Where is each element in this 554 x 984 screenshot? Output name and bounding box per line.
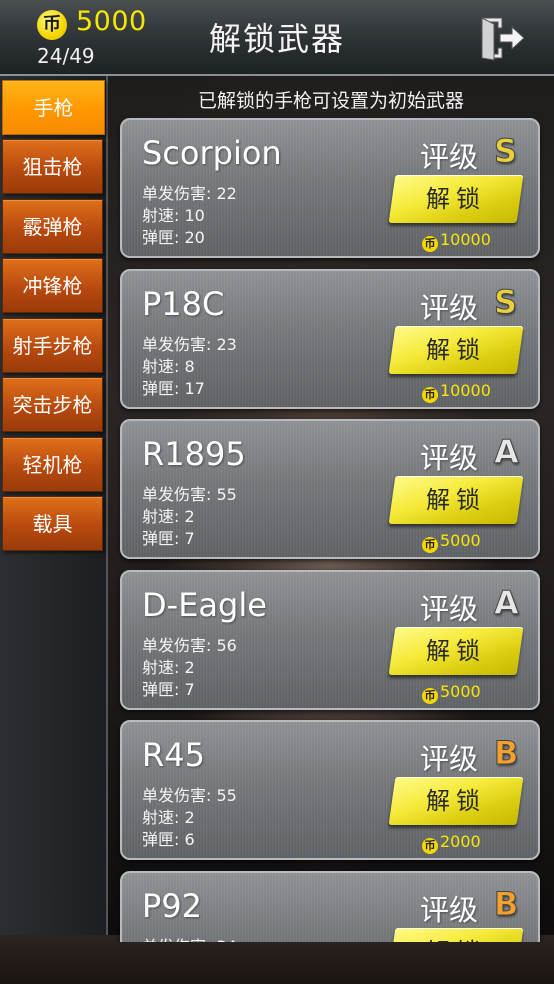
unlock-label: 解锁 [426,787,486,815]
fire-rate-stat: 射速: 8 [142,357,195,376]
weapon-name: P92 [142,887,203,925]
tab-shotgun[interactable]: 霰弹枪 [2,199,103,254]
unlock-price: 币 10000 [422,381,491,403]
grade-label: 评级 [420,742,479,776]
tab-assault-rifle[interactable]: 突击步枪 [2,377,103,432]
coin-icon: 币 [422,537,438,553]
coin-icon: 币 [422,387,438,403]
unlock-price: 币 5000 [422,682,481,704]
grade-label: 评级 [420,140,479,174]
exit-button[interactable] [476,14,526,62]
price-value: 10000 [440,381,491,400]
tab-handgun[interactable]: 手枪 [2,80,105,135]
weapon-card: P18C 单发伤害: 23 射速: 8 弹匣: 17 评级 S 解锁 币 1000… [120,269,540,409]
weapon-name: Scorpion [142,134,282,172]
magazine-stat: 弹匣: 6 [142,830,195,849]
unlock-button[interactable]: 解锁 [388,627,524,675]
weapon-name: P18C [142,285,225,323]
top-bar: 币 5000 24/49 解锁武器 [0,0,554,76]
weapon-card: R1895 单发伤害: 55 射速: 2 弹匣: 7 评级 A 解锁 币 5000 [120,419,540,559]
magazine-stat: 弹匣: 7 [142,529,195,548]
damage-stat: 单发伤害: 56 [142,636,237,655]
fire-rate-stat: 射速: 2 [142,658,195,677]
damage-stat: 单发伤害: 23 [142,335,237,354]
exit-icon [481,17,525,61]
tab-marksman-rifle[interactable]: 射手步枪 [2,318,103,373]
price-value: 5000 [440,682,481,701]
weapon-name: R1895 [142,435,246,473]
magazine-stat: 弹匣: 17 [142,379,205,398]
bottom-strip [0,935,554,984]
fire-rate-stat: 射速: 2 [142,507,195,526]
price-value: 2000 [440,832,481,851]
damage-stat: 单发伤害: 22 [142,184,237,203]
grade-badge: B [493,885,519,924]
coin-icon: 币 [422,838,438,854]
damage-stat: 单发伤害: 55 [142,485,237,504]
weapon-card: P92 单发伤害: 34 评级 B 解锁 [120,871,540,942]
unlock-label: 解锁 [426,486,486,514]
coin-icon: 币 [422,688,438,704]
damage-stat: 单发伤害: 34 [142,933,237,942]
grade-label: 评级 [420,893,479,927]
unlock-button[interactable]: 解锁 [388,777,524,825]
tab-sniper-rifle[interactable]: 狙击枪 [2,139,103,194]
grade-badge: B [493,734,519,773]
grade-badge: A [494,433,520,472]
weapon-name: R45 [142,736,205,774]
unlock-button[interactable]: 解锁 [388,326,524,374]
unlock-label: 解锁 [426,336,486,364]
magazine-stat: 弹匣: 20 [142,228,205,247]
magazine-stat: 弹匣: 7 [142,680,195,699]
weapon-card: Scorpion 单发伤害: 22 射速: 10 弹匣: 20 评级 S 解锁 … [120,118,540,258]
unlock-button[interactable]: 解锁 [388,175,524,223]
weapon-name: D-Eagle [142,586,267,624]
category-sidebar: 手枪 狙击枪 霰弹枪 冲锋枪 射手步枪 突击步枪 轻机枪 载具 [0,76,108,935]
grade-label: 评级 [420,441,479,475]
fire-rate-stat: 射速: 10 [142,206,205,225]
unlock-button[interactable]: 解锁 [388,928,524,942]
unlock-label: 解锁 [426,637,486,665]
unlock-price: 币 2000 [422,832,481,854]
grade-badge: S [493,132,518,171]
price-value: 5000 [440,531,481,550]
unlock-button[interactable]: 解锁 [388,476,524,524]
grade-label: 评级 [420,291,479,325]
tab-vehicle[interactable]: 载具 [2,496,103,551]
weapon-card: D-Eagle 单发伤害: 56 射速: 2 弹匣: 7 评级 A 解锁 币 50… [120,570,540,710]
price-value: 10000 [440,230,491,249]
grade-label: 评级 [420,592,479,626]
coin-icon: 币 [422,236,438,252]
page-title: 解锁武器 [208,20,345,58]
damage-stat: 单发伤害: 55 [142,786,237,805]
unlock-price: 币 5000 [422,531,481,553]
weapon-card: R45 单发伤害: 55 射速: 2 弹匣: 6 评级 B 解锁 币 2000 [120,720,540,860]
grade-badge: S [493,283,518,322]
fire-rate-stat: 射速: 2 [142,808,195,827]
unlock-label: 解锁 [426,185,486,213]
weapon-list[interactable]: Scorpion 单发伤害: 22 射速: 10 弹匣: 20 评级 S 解锁 … [108,116,554,942]
tab-smg[interactable]: 冲锋枪 [2,258,103,313]
tab-lmg[interactable]: 轻机枪 [2,437,103,492]
grade-badge: A [494,584,520,623]
section-hint: 已解锁的手枪可设置为初始武器 [197,90,464,112]
unlock-price: 币 10000 [422,230,491,252]
unlock-label: 解锁 [392,928,520,942]
